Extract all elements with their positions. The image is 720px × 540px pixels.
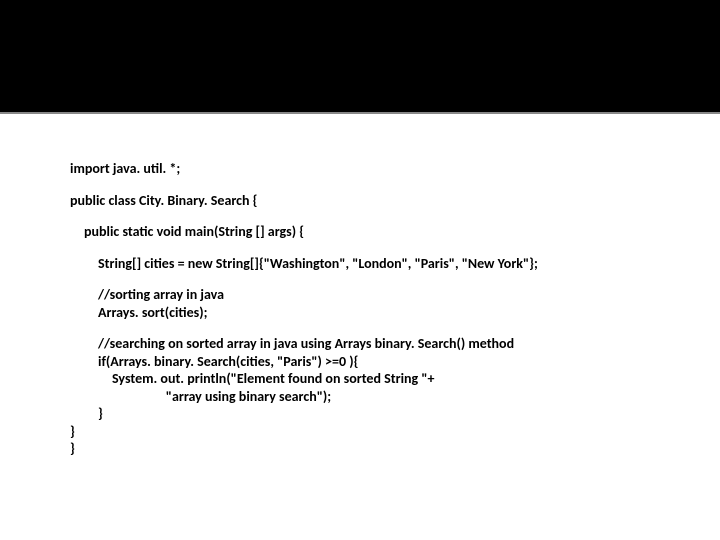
code-line: } (70, 405, 680, 423)
code-line: if(Arrays. binary. Search(cities, "Paris… (70, 353, 680, 371)
code-line: //searching on sorted array in java usin… (70, 335, 680, 353)
blank-line (70, 321, 680, 335)
blank-line (70, 209, 680, 223)
code-line: String[] cities = new String[]{"Washingt… (70, 255, 680, 273)
code-line: } (70, 440, 680, 458)
code-block: import java. util. *; public class City.… (70, 160, 680, 458)
code-line: import java. util. *; (70, 160, 680, 178)
slide: import java. util. *; public class City.… (0, 0, 720, 540)
blank-line (70, 178, 680, 192)
blank-line (70, 272, 680, 286)
code-line: System. out. println("Element found on s… (70, 370, 680, 388)
code-line: Arrays. sort(cities); (70, 304, 680, 322)
code-line: public static void main(String [] args) … (70, 223, 680, 241)
blank-line (70, 241, 680, 255)
code-line: public class City. Binary. Search { (70, 192, 680, 210)
code-line: } (70, 423, 680, 441)
divider (0, 112, 720, 114)
code-line: //sorting array in java (70, 286, 680, 304)
slide-header (0, 0, 720, 112)
code-line: "array using binary search"); (70, 388, 680, 406)
